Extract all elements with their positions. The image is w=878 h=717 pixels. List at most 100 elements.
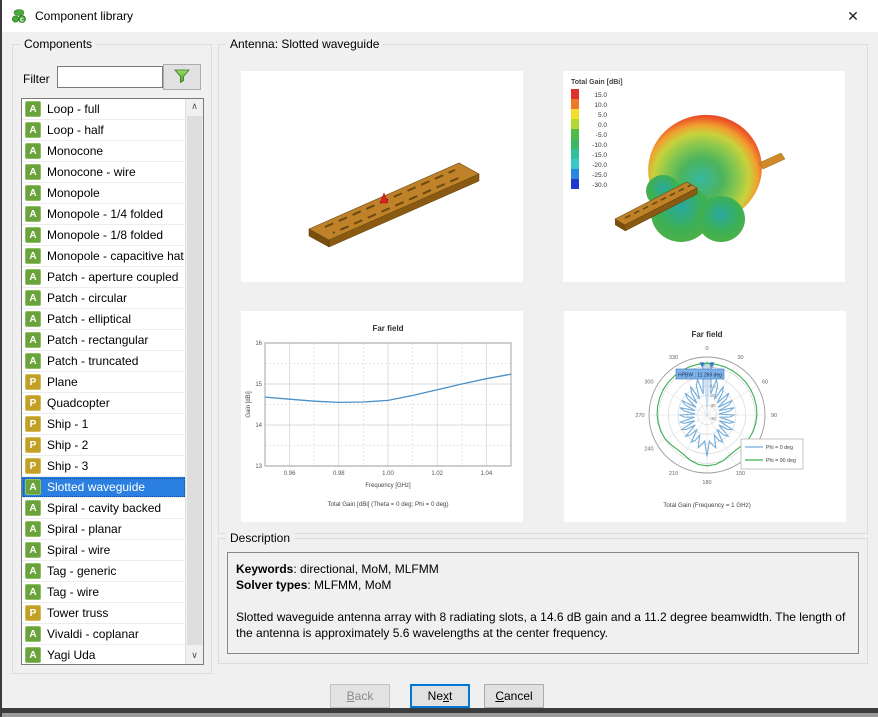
list-item-label: Patch - elliptical — [47, 312, 131, 326]
next-button[interactable]: Next — [410, 684, 470, 708]
preview-groupbox-label: Antenna: Slotted waveguide — [226, 37, 383, 51]
preview-groupbox: Antenna: Slotted waveguide Total Gain [d… — [218, 44, 868, 534]
svg-text:-20.0: -20.0 — [592, 162, 607, 169]
component-library-dialog: c Component library ✕ Components Filter — [2, 0, 878, 708]
list-item-spiral-cavity-backed[interactable]: A Spiral - cavity backed — [22, 498, 186, 519]
antenna-badge-icon: A — [25, 500, 41, 516]
window-title: Component library — [35, 9, 133, 23]
svg-text:-40: -40 — [709, 416, 716, 421]
svg-text:Gain [dBi]: Gain [dBi] — [246, 391, 252, 418]
antenna-badge-icon: A — [25, 563, 41, 579]
platform-badge-icon: P — [25, 437, 41, 453]
list-item-label: Yagi Uda — [47, 648, 95, 662]
list-item-ship-3[interactable]: P Ship - 3 — [22, 456, 186, 477]
list-item-tag-wire[interactable]: A Tag - wire — [22, 582, 186, 603]
svg-text:c: c — [20, 16, 24, 23]
svg-text:1.02: 1.02 — [431, 471, 443, 477]
svg-text:13: 13 — [255, 464, 262, 470]
scrollbar-thumb[interactable] — [187, 116, 202, 645]
close-icon[interactable]: ✕ — [842, 6, 864, 26]
list-item-ship-1[interactable]: P Ship - 1 — [22, 414, 186, 435]
farfield-polar-chart: 0306090120150180210240270300330100-10-20… — [564, 311, 846, 522]
svg-text:-25.0: -25.0 — [592, 172, 607, 179]
list-item-tag-generic[interactable]: ATag - generic — [22, 561, 186, 582]
svg-text:15.0: 15.0 — [594, 92, 607, 99]
component-list: ALoop - fullALoop - halfAMonoconeAMonoco… — [21, 98, 204, 665]
list-item-label: Patch - circular — [47, 291, 127, 305]
antenna-badge-icon: A — [25, 290, 41, 306]
list-item-monocone[interactable]: AMonocone — [22, 141, 186, 162]
background-window-edge-bottom — [0, 708, 878, 713]
list-item-patch-aperture-coupled[interactable]: APatch - aperture coupled — [22, 267, 186, 288]
svg-text:Far field: Far field — [372, 324, 403, 333]
filter-label: Filter — [23, 72, 50, 86]
list-item-patch-circular[interactable]: A Patch - circular — [22, 288, 186, 309]
antenna-badge-icon: A — [25, 332, 41, 348]
list-item-spiral-planar[interactable]: ASpiral - planar — [22, 519, 186, 540]
list-item-label: Monopole — [47, 186, 100, 200]
list-item-tower-truss[interactable]: PTower truss — [22, 603, 186, 624]
list-item-loop-half[interactable]: ALoop - half — [22, 120, 186, 141]
platform-badge-icon: P — [25, 458, 41, 474]
list-item-yagi-uda[interactable]: AYagi Uda — [22, 645, 186, 665]
filter-funnel-icon — [173, 67, 191, 88]
list-item-patch-truncated[interactable]: A Patch - truncated — [22, 351, 186, 372]
description-body: Slotted waveguide antenna array with 8 r… — [236, 609, 850, 641]
list-item-loop-full[interactable]: ALoop - full — [22, 99, 186, 120]
svg-text:330: 330 — [669, 355, 678, 361]
list-item-label: Tower truss — [47, 606, 108, 620]
screen: c Component library ✕ Components Filter — [0, 0, 878, 717]
svg-text:-10.0: -10.0 — [592, 142, 607, 149]
list-item-monopole-1-4-folded[interactable]: A Monopole - 1/4 folded — [22, 204, 186, 225]
list-item-label: Ship - 1 — [47, 417, 88, 431]
list-item-plane[interactable]: PPlane — [22, 372, 186, 393]
svg-text:Total Gain [dBi] (Theta = 0 de: Total Gain [dBi] (Theta = 0 deg; Phi = 0… — [327, 501, 448, 508]
list-item-patch-rectangular[interactable]: APatch - rectangular — [22, 330, 186, 351]
svg-text:Total Gain (Frequency = 1 GHz): Total Gain (Frequency = 1 GHz) — [663, 502, 751, 509]
antenna-badge-icon: A — [25, 143, 41, 159]
svg-text:210: 210 — [669, 471, 678, 477]
filter-input[interactable] — [57, 66, 163, 88]
antenna-badge-icon: A — [25, 353, 41, 369]
list-item-vivaldi-coplanar[interactable]: AVivaldi - coplanar — [22, 624, 186, 645]
list-item-monocone-wire[interactable]: AMonocone - wire — [22, 162, 186, 183]
list-item-monopole[interactable]: AMonopole — [22, 183, 186, 204]
list-item-label: Spiral - cavity backed — [47, 501, 161, 515]
platform-badge-icon: P — [25, 416, 41, 432]
list-item-label: Quadcopter — [47, 396, 110, 410]
list-item-label: Patch - truncated — [47, 354, 138, 368]
scroll-up-icon[interactable]: ∧ — [186, 99, 203, 115]
scroll-down-icon[interactable]: ∨ — [186, 648, 203, 664]
list-item-label: Monopole - capacitive hat — [47, 249, 184, 263]
gain-pattern-3d-image: Total Gain [dBi]15.010.05.00.0-5.0-10.0-… — [563, 71, 845, 282]
list-item-label: Ship - 3 — [47, 459, 88, 473]
list-scrollbar[interactable]: ∧ ∨ — [185, 99, 203, 664]
svg-text:14: 14 — [255, 423, 262, 429]
list-item-monopole-capacitive-hat[interactable]: AMonopole - capacitive hat — [22, 246, 186, 267]
svg-text:300: 300 — [644, 380, 653, 386]
solver-types-line: Solver types: MLFMM, MoM — [236, 577, 850, 593]
svg-text:0.98: 0.98 — [333, 471, 345, 477]
components-groupbox: Components Filter ALoop - fullALoop - ha… — [12, 44, 212, 674]
list-item-spiral-wire[interactable]: ASpiral - wire — [22, 540, 186, 561]
list-item-label: Plane — [47, 375, 78, 389]
filter-button[interactable] — [163, 64, 201, 90]
list-item-label: Loop - half — [47, 123, 104, 137]
keywords-line: Keywords: directional, MoM, MLFMM — [236, 561, 850, 577]
svg-text:-15.0: -15.0 — [592, 152, 607, 159]
list-item-ship-2[interactable]: PShip - 2 — [22, 435, 186, 456]
antenna-badge-icon: A — [25, 584, 41, 600]
list-item-quadcopter[interactable]: PQuadcopter — [22, 393, 186, 414]
back-button[interactable]: Back — [330, 684, 390, 708]
list-item-label: Monopole - 1/4 folded — [47, 207, 163, 221]
list-item-label: Tag - wire — [47, 585, 99, 599]
svg-text:60: 60 — [762, 380, 768, 386]
svg-text:30: 30 — [737, 355, 743, 361]
antenna-3d-model-image — [241, 71, 523, 282]
list-item-monopole-1-8-folded[interactable]: AMonopole - 1/8 folded — [22, 225, 186, 246]
cancel-button[interactable]: Cancel — [484, 684, 544, 708]
antenna-badge-icon: A — [25, 206, 41, 222]
list-item-patch-elliptical[interactable]: APatch - elliptical — [22, 309, 186, 330]
list-item-label: Vivaldi - coplanar — [47, 627, 139, 641]
list-item-slotted-waveguide[interactable]: ASlotted waveguide — [22, 477, 186, 498]
